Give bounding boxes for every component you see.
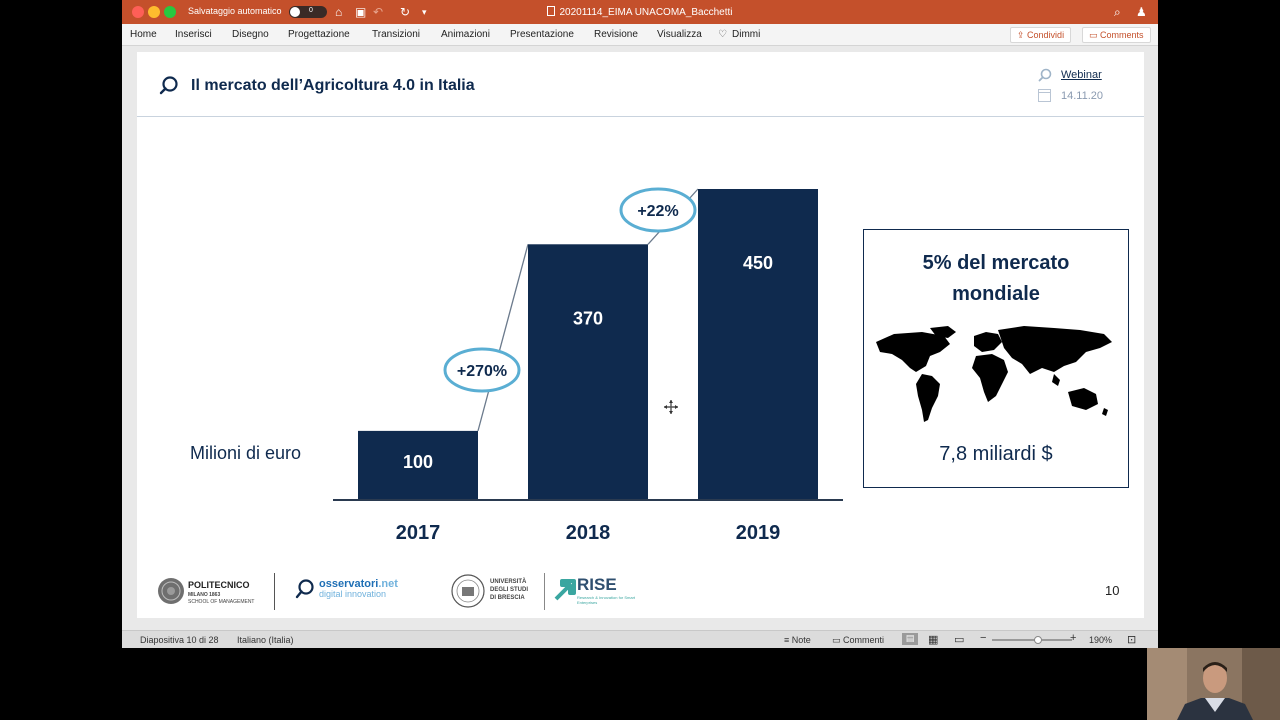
unibs-line3: DI BRESCIA: [490, 595, 525, 601]
document-title: 20201114_EIMA UNACOMA_Bacchetti: [122, 6, 1158, 18]
move-cursor-icon: [664, 400, 678, 414]
language-indicator[interactable]: Italiano (Italia): [237, 635, 294, 645]
growth-connector-line: [477, 244, 529, 432]
account-icon[interactable]: ♟: [1136, 4, 1147, 20]
title-bar: Salvataggio automatico 0 ⌂ ▣ ↶ ↻ ▾ 20201…: [122, 0, 1158, 24]
share-label: Condividi: [1027, 30, 1065, 40]
comment-icon: ▭: [832, 635, 844, 645]
slide-canvas[interactable]: Il mercato dell’Agricoltura 4.0 in Itali…: [137, 52, 1144, 618]
zoom-level[interactable]: 190%: [1089, 635, 1112, 645]
x-axis-tick-label: 2019: [736, 522, 781, 544]
search-icon[interactable]: ⌕: [1114, 4, 1121, 20]
slide-counter: Diapositiva 10 di 28: [140, 635, 219, 645]
unibs-line1: UNIVERSITÀ: [490, 579, 527, 585]
world-market-title: 5% del mercato mondiale: [864, 248, 1128, 310]
tab-dimmi[interactable]: Dimmi: [732, 29, 760, 40]
osservatori-logo-icon: [295, 579, 314, 599]
tab-revisione[interactable]: Revisione: [594, 29, 638, 40]
document-title-text: 20201114_EIMA UNACOMA_Bacchetti: [559, 7, 733, 18]
document-icon: [547, 6, 556, 16]
comments-label: Comments: [1100, 30, 1144, 40]
tab-animazioni[interactable]: Animazioni: [441, 29, 490, 40]
zoom-out-icon[interactable]: −: [980, 632, 986, 644]
lightbulb-icon: ♡: [718, 29, 727, 40]
tab-home[interactable]: Home: [130, 29, 157, 40]
bar-value-label: 370: [573, 308, 603, 328]
unibs-line2: DEGLI STUDI: [490, 587, 529, 593]
bar-value-label: 100: [403, 452, 433, 472]
webcam-feed: [1147, 648, 1280, 720]
logo-divider: [544, 573, 545, 610]
powerpoint-window: Salvataggio automatico 0 ⌂ ▣ ↶ ↻ ▾ 20201…: [122, 0, 1158, 648]
world-market-box: 5% del mercato mondiale 7,8 miliardi $: [863, 229, 1129, 488]
osservatori-subtitle: digital innovation: [319, 589, 387, 599]
status-bar: Diapositiva 10 di 28 Italiano (Italia) ≡…: [122, 630, 1158, 648]
notes-label: Note: [791, 635, 811, 645]
share-button[interactable]: ⇪ Condividi: [1010, 27, 1072, 43]
world-market-title-line1: 5% del mercato: [922, 252, 1070, 274]
x-axis-tick-label: 2018: [566, 522, 611, 544]
politecnico-school: SCHOOL OF MANAGEMENT: [188, 599, 255, 605]
rise-arrow-icon: [554, 579, 576, 601]
politecnico-seal-icon: [158, 578, 184, 604]
bar-value-label: 450: [743, 253, 773, 273]
politecnico-logo-text: POLITECNICO: [188, 580, 250, 590]
comments-pane-label: Commenti: [843, 635, 885, 645]
tab-progettazione[interactable]: Progettazione: [288, 29, 350, 40]
unibs-seal-icon: [451, 574, 485, 608]
tab-visualizza[interactable]: Visualizza: [657, 29, 702, 40]
comments-pane-button[interactable]: ▭ Commenti: [832, 635, 884, 646]
politecnico-subtitle: MILANO 1863: [188, 592, 221, 598]
tab-transizioni[interactable]: Transizioni: [372, 29, 420, 40]
notes-icon: ≡: [784, 635, 792, 645]
tab-presentazione[interactable]: Presentazione: [510, 29, 574, 40]
zoom-slider[interactable]: [992, 639, 1072, 641]
x-axis-tick-label: 2017: [396, 522, 441, 544]
chart-unit-label: Milioni di euro: [190, 443, 302, 463]
rise-subtitle: Research & Innovation for Smart Enterpri…: [577, 595, 636, 605]
presenter-view-icon[interactable]: ▭: [954, 633, 964, 646]
fit-to-window-icon[interactable]: ⊡: [1127, 633, 1136, 646]
ribbon-tabs: Home Inserisci Disegno Progettazione Tra…: [122, 24, 1158, 46]
logo-divider: [274, 573, 275, 610]
page-number: 10: [1105, 583, 1120, 598]
tab-disegno[interactable]: Disegno: [232, 29, 269, 40]
notes-button[interactable]: ≡ Note: [784, 635, 811, 645]
world-map-icon: [876, 326, 1112, 422]
slide-sorter-icon[interactable]: ▦: [928, 633, 938, 646]
zoom-slider-handle[interactable]: [1034, 636, 1042, 644]
growth-annotation: +22%: [637, 203, 678, 220]
normal-view-icon[interactable]: ▤: [902, 633, 918, 645]
tab-inserisci[interactable]: Inserisci: [175, 29, 212, 40]
growth-annotation: +270%: [457, 363, 507, 380]
world-market-title-line2: mondiale: [952, 283, 1040, 305]
world-market-value: 7,8 miliardi $: [939, 443, 1053, 465]
comments-button[interactable]: ▭ Comments: [1082, 27, 1151, 43]
rise-logo-text: RISE: [577, 575, 617, 594]
comment-icon: ▭: [1089, 30, 1101, 40]
bar-2019: [698, 189, 818, 500]
zoom-in-icon[interactable]: +: [1070, 632, 1076, 644]
share-icon: ⇪: [1017, 30, 1028, 40]
bar-2018: [528, 244, 648, 500]
